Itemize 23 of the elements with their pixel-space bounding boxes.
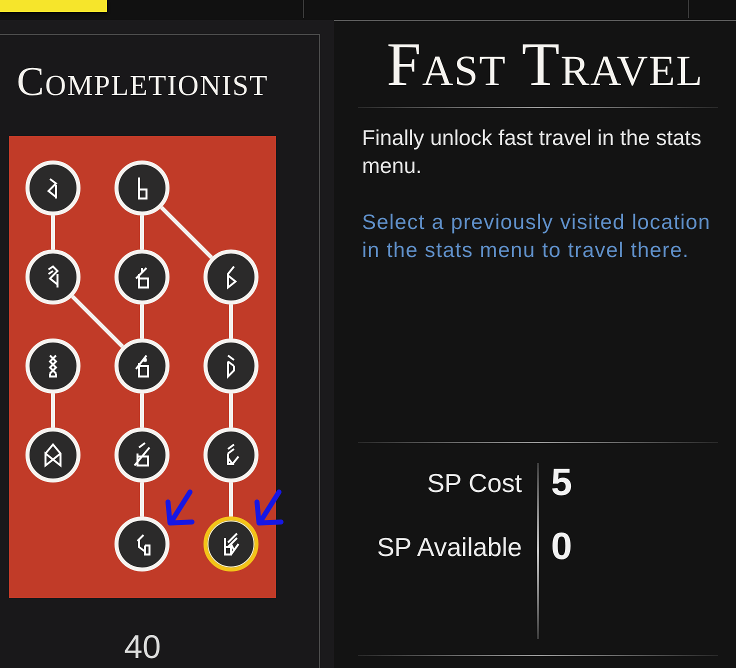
skill-description: Finally unlock fast travel in the stats menu. <box>362 125 702 180</box>
rune-icon <box>227 354 235 379</box>
rune-icon <box>134 442 150 466</box>
stat-label: SP Available <box>376 531 522 564</box>
rune-icon <box>48 265 59 288</box>
stat-value: 0 <box>551 525 572 570</box>
stat-label: SP Cost <box>427 467 522 500</box>
stat-value: 5 <box>551 461 572 506</box>
rune-icon <box>227 266 238 290</box>
rune-icon <box>135 354 149 378</box>
rune-icon <box>44 442 62 468</box>
rune-icon <box>135 267 149 288</box>
rune-icon <box>227 444 240 465</box>
rune-icon <box>224 532 240 556</box>
rune-icon <box>48 354 58 378</box>
rune-icon <box>47 178 58 200</box>
rune-icon <box>138 178 148 200</box>
skill-title: Fast Travel <box>386 35 704 95</box>
tree-title: Completionist <box>16 61 268 101</box>
skill-node[interactable] <box>204 516 258 572</box>
points-total: 40 <box>124 627 161 667</box>
skill-hint: Select a previously visited location in the stats menu to travel there. <box>362 210 712 264</box>
rune-icon <box>136 534 150 556</box>
